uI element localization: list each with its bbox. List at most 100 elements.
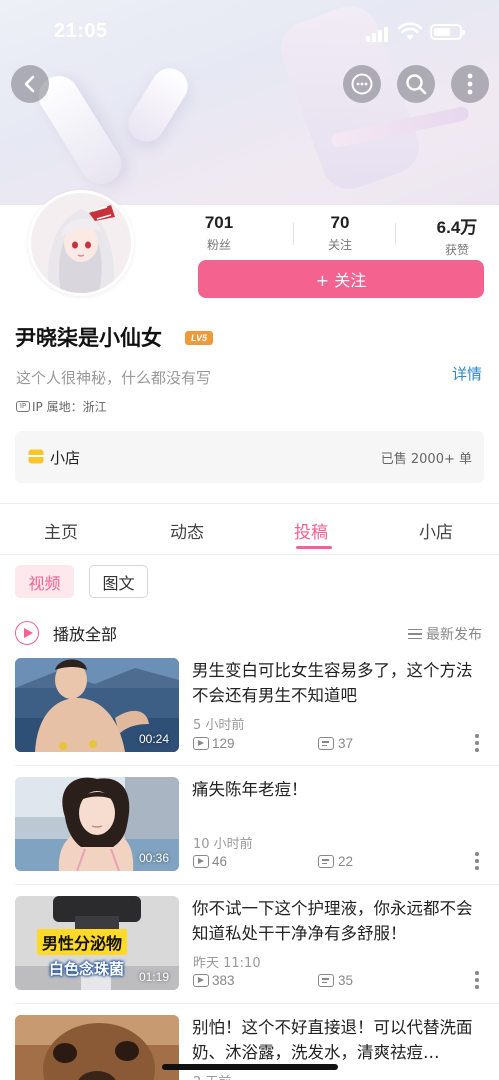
ip-location-text: IP 属地：浙江	[32, 400, 107, 414]
stat-value: 70	[330, 213, 350, 232]
video-time: 昨天 11:10	[193, 956, 261, 971]
video-thumbnail[interactable]: 00:24	[15, 658, 179, 752]
video-plays: 129	[193, 736, 235, 751]
more-vertical-icon[interactable]	[474, 734, 480, 752]
stat-label: 获赞	[444, 243, 469, 257]
divider	[395, 223, 396, 245]
video-thumbnail[interactable]	[15, 1015, 179, 1080]
shop-sold-count: 已售 2000+ 单	[380, 452, 472, 467]
video-title: 你不试一下这个护理液，你永远都不会知道私处干干净净有多舒服！	[192, 899, 473, 943]
thumbnail-image	[15, 1015, 179, 1080]
back-button[interactable]	[11, 65, 49, 103]
video-title: 别怕！这个不好直接退！可以代替洗面奶、沐浴露，洗发水，清爽祛痘…	[192, 1018, 473, 1062]
divider	[0, 503, 499, 504]
stat-value: 6.4万	[436, 218, 478, 237]
sort-label: 最新发布	[426, 627, 482, 643]
play-circle-icon	[15, 621, 39, 645]
video-plays: 46	[193, 854, 227, 869]
profile-name: 尹晓柒是小仙女	[15, 326, 162, 350]
thumbnail-caption: 男性分泌物	[37, 929, 128, 955]
video-duration: 00:24	[138, 732, 169, 746]
stat-likes[interactable]: 6.4万 获赞	[412, 213, 499, 258]
divider	[15, 884, 499, 885]
filter-image-text[interactable]: 图文	[89, 565, 148, 598]
message-button[interactable]	[343, 65, 381, 103]
signal-icon	[366, 26, 390, 42]
chat-bubble-icon	[351, 73, 373, 95]
avatar-image	[31, 193, 131, 293]
video-item[interactable]: 别怕！这个不好直接退！可以代替洗面奶、沐浴露，洗发水，清爽祛痘… 2 天前	[0, 1015, 499, 1080]
more-button[interactable]	[451, 65, 489, 103]
video-comments: 35	[318, 973, 353, 988]
tab-home[interactable]: 主页	[44, 518, 78, 543]
video-plays: 383	[193, 973, 235, 988]
video-item[interactable]: 00:36 痛失陈年老痘！ 10 小时前 46 22	[0, 777, 499, 895]
danmaku-icon	[318, 974, 334, 987]
tab-activity[interactable]: 动态	[170, 518, 204, 543]
stat-value: 701	[204, 213, 234, 232]
wifi-icon	[398, 22, 422, 40]
shop-entry[interactable]: 小店 已售 2000+ 单	[15, 431, 484, 483]
list-icon	[408, 628, 422, 640]
filter-video[interactable]: 视频	[15, 565, 74, 598]
video-time: 10 小时前	[193, 837, 253, 852]
stat-label: 粉丝	[206, 238, 231, 252]
search-button[interactable]	[397, 65, 435, 103]
play-count: 129	[212, 736, 235, 751]
search-icon	[406, 74, 427, 95]
comment-count: 35	[338, 973, 354, 988]
comment-count: 37	[338, 736, 354, 751]
profile-stats: 701 粉丝 70 关注 6.4万 获赞	[200, 213, 484, 257]
danmaku-icon	[318, 855, 334, 868]
tab-indicator	[296, 546, 332, 549]
divider	[15, 765, 499, 766]
level-badge: LV5	[185, 331, 213, 345]
stat-following[interactable]: 70 关注	[295, 213, 385, 253]
video-thumbnail[interactable]: 00:36	[15, 777, 179, 871]
more-vertical-icon	[467, 73, 473, 95]
status-time: 21:05	[54, 20, 108, 42]
thumbnail-caption: 白色念珠菌	[49, 960, 125, 978]
sort-button[interactable]: 最新发布	[408, 624, 482, 644]
battery-icon	[430, 24, 465, 40]
banner-decoration	[121, 61, 195, 149]
video-time: 5 小时前	[193, 718, 245, 733]
video-comments: 22	[318, 854, 353, 869]
play-all-button[interactable]: 播放全部	[15, 620, 117, 646]
play-count-icon	[193, 974, 209, 987]
detail-link[interactable]: 详情	[452, 363, 482, 384]
danmaku-icon	[318, 737, 334, 750]
play-count-icon	[193, 855, 209, 868]
play-all-label: 播放全部	[53, 625, 118, 644]
video-thumbnail[interactable]: 男性分泌物 白色念珠菌 01:19	[15, 896, 179, 990]
video-item[interactable]: 男性分泌物 白色念珠菌 01:19 你不试一下这个护理液，你永远都不会知道私处干…	[0, 896, 499, 1014]
ip-icon: IP	[16, 401, 30, 412]
ip-location: IP IP 属地：浙江	[16, 398, 107, 415]
status-bar: 21:05	[0, 0, 499, 66]
divider	[15, 1003, 499, 1004]
video-duration: 00:36	[138, 851, 169, 865]
follow-button[interactable]: + 关注	[198, 260, 484, 298]
video-time: 2 天前	[193, 1071, 231, 1080]
tab-posts[interactable]: 投稿	[294, 518, 328, 543]
shop-title: 小店	[50, 449, 81, 467]
chevron-left-icon	[24, 75, 35, 93]
video-duration: 01:19	[138, 970, 169, 984]
play-count-icon	[193, 737, 209, 750]
tab-shop[interactable]: 小店	[419, 518, 453, 543]
profile-bio: 这个人很神秘，什么都没有写	[16, 369, 212, 387]
divider	[293, 223, 294, 245]
play-count: 46	[212, 854, 228, 869]
video-item[interactable]: 00:24 男生变白可比女生容易多了，这个方法不会还有男生不知道吧 5 小时前 …	[0, 658, 499, 776]
stat-label: 关注	[327, 238, 352, 252]
video-title: 痛失陈年老痘！	[192, 780, 308, 799]
stat-fans[interactable]: 701 粉丝	[174, 213, 264, 253]
more-vertical-icon[interactable]	[474, 971, 480, 989]
divider	[0, 554, 499, 555]
comment-count: 22	[338, 854, 354, 869]
more-vertical-icon[interactable]	[474, 852, 480, 870]
video-title: 男生变白可比女生容易多了，这个方法不会还有男生不知道吧	[192, 661, 473, 705]
play-count: 383	[212, 973, 235, 988]
shop-icon	[28, 449, 44, 464]
avatar[interactable]	[28, 190, 134, 296]
